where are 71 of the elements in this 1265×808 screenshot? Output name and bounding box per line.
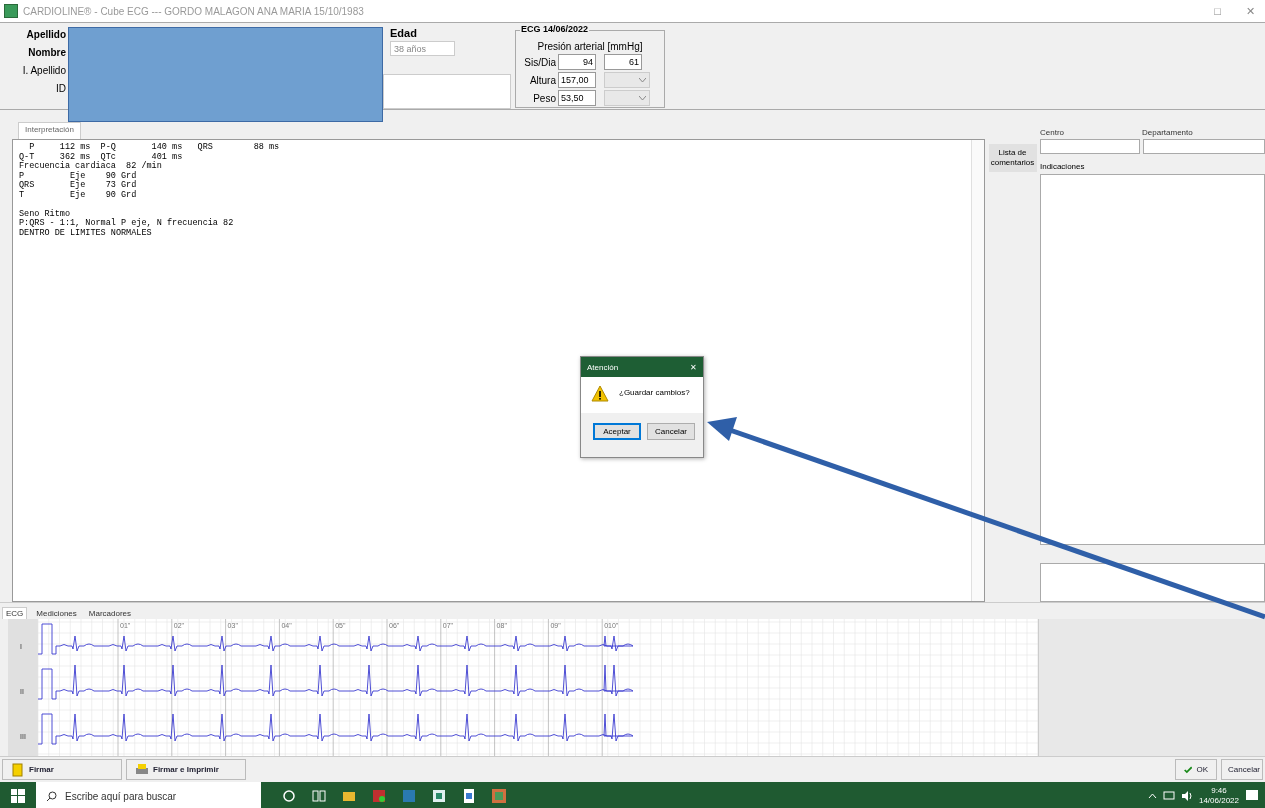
field-label: Peso	[532, 92, 556, 104]
document-icon[interactable]	[461, 788, 477, 804]
speaker-icon[interactable]	[1180, 791, 1193, 801]
centro-field[interactable]	[1040, 139, 1140, 154]
report-line: P Eje 90 Grd	[19, 171, 138, 181]
report-tab[interactable]: Interpretación	[18, 122, 81, 139]
systolic-field[interactable]: 94	[558, 54, 596, 70]
app-icon[interactable]	[371, 788, 387, 804]
cancel-button[interactable]: Cancelar	[1221, 759, 1263, 780]
ok-button[interactable]: OK	[1175, 759, 1217, 780]
report-line: Frecuencia cardiaca 82 /min	[19, 162, 163, 171]
field-label: Sis/Dia	[523, 56, 556, 68]
text-field[interactable]	[383, 74, 511, 109]
age-field[interactable]: 38 años	[390, 41, 455, 57]
notes-field[interactable]	[1040, 562, 1265, 602]
scrollbar[interactable]	[971, 140, 984, 601]
field-label: Indicaciones	[1040, 162, 1086, 171]
field-label: Nombre	[28, 47, 66, 58]
dialog-message: ¿Guardar cambios?	[619, 387, 690, 397]
cancel-button[interactable]: Cancelar	[647, 423, 695, 440]
ecg-tab[interactable]: Marcadores	[85, 608, 135, 619]
pressure-label: Presión arterial [mmHg]	[536, 41, 644, 52]
field-label: Centro	[1040, 128, 1065, 137]
field-label: Apellido	[26, 29, 66, 40]
report-line: Q-T 362 ms QTc 401 ms	[19, 152, 184, 162]
accept-button[interactable]: Aceptar	[593, 423, 641, 440]
network-icon[interactable]	[1162, 791, 1175, 801]
field-label: Altura	[528, 74, 556, 86]
cortana-icon[interactable]	[281, 788, 297, 804]
dropdown-icon	[639, 95, 646, 101]
app-icon	[4, 4, 18, 18]
clock-time: 9:46	[1211, 786, 1227, 796]
close-button[interactable]: ✕	[690, 362, 697, 372]
close-button[interactable]: ✕	[1236, 4, 1265, 18]
search-icon	[46, 790, 57, 802]
notification-icon[interactable]	[1245, 789, 1259, 803]
report-line: P 112 ms P-Q 140 ms QRS 88 ms	[28, 143, 281, 153]
check-icon	[1184, 764, 1193, 775]
ecg-tab[interactable]: ECG	[2, 607, 28, 619]
caret-icon[interactable]	[1147, 793, 1157, 799]
comments-list-button[interactable]: Lista de comentarios	[988, 144, 1037, 172]
departamento-field[interactable]	[1143, 139, 1265, 154]
maximize-button[interactable]: □	[1204, 5, 1231, 17]
field-label: I. Apellido	[22, 65, 66, 76]
indications-field[interactable]	[1040, 174, 1265, 545]
warning-icon	[591, 385, 609, 402]
taskbar-search-field[interactable]: Escribe aquí para buscar	[36, 782, 261, 808]
windows-start-icon[interactable]	[11, 789, 25, 803]
report-line: DENTRO DE LIMITES NORMALES	[19, 228, 153, 238]
report-line: T Eje 90 Grd	[19, 190, 138, 200]
task-view-icon[interactable]	[311, 788, 327, 804]
group-title: ECG 14/06/2022	[520, 24, 590, 34]
report-line: P:QRS - 1:1, Normal P eje, N frecuencia 82	[19, 219, 235, 229]
diastolic-field[interactable]: 61	[604, 54, 642, 70]
report-line: QRS Eje 73 Grd	[19, 181, 138, 190]
weight-field[interactable]: 53,50	[558, 90, 596, 106]
ecg-tab[interactable]: Mediciones	[33, 608, 80, 619]
sign-print-button[interactable]: Firmar e Imprimir	[126, 759, 246, 780]
app-icon[interactable]	[431, 788, 447, 804]
document-icon	[11, 762, 25, 777]
dropdown-icon	[639, 77, 646, 83]
field-label: ID	[56, 83, 66, 94]
sign-button[interactable]: Firmar	[2, 759, 122, 780]
clock-date: 14/06/2022	[1198, 796, 1239, 806]
report-line: Seno Ritmo	[19, 209, 71, 219]
printer-icon	[135, 762, 149, 777]
field-label: Departamento	[1142, 128, 1194, 137]
window-title: CARDIOLINE® - Cube ECG --- GORDO MALAGON ANA MARIA 15/10/1983	[23, 5, 364, 17]
age-label: Edad	[390, 27, 417, 39]
dialog-title: Atención	[587, 362, 619, 372]
height-field[interactable]: 157,00	[558, 72, 596, 88]
